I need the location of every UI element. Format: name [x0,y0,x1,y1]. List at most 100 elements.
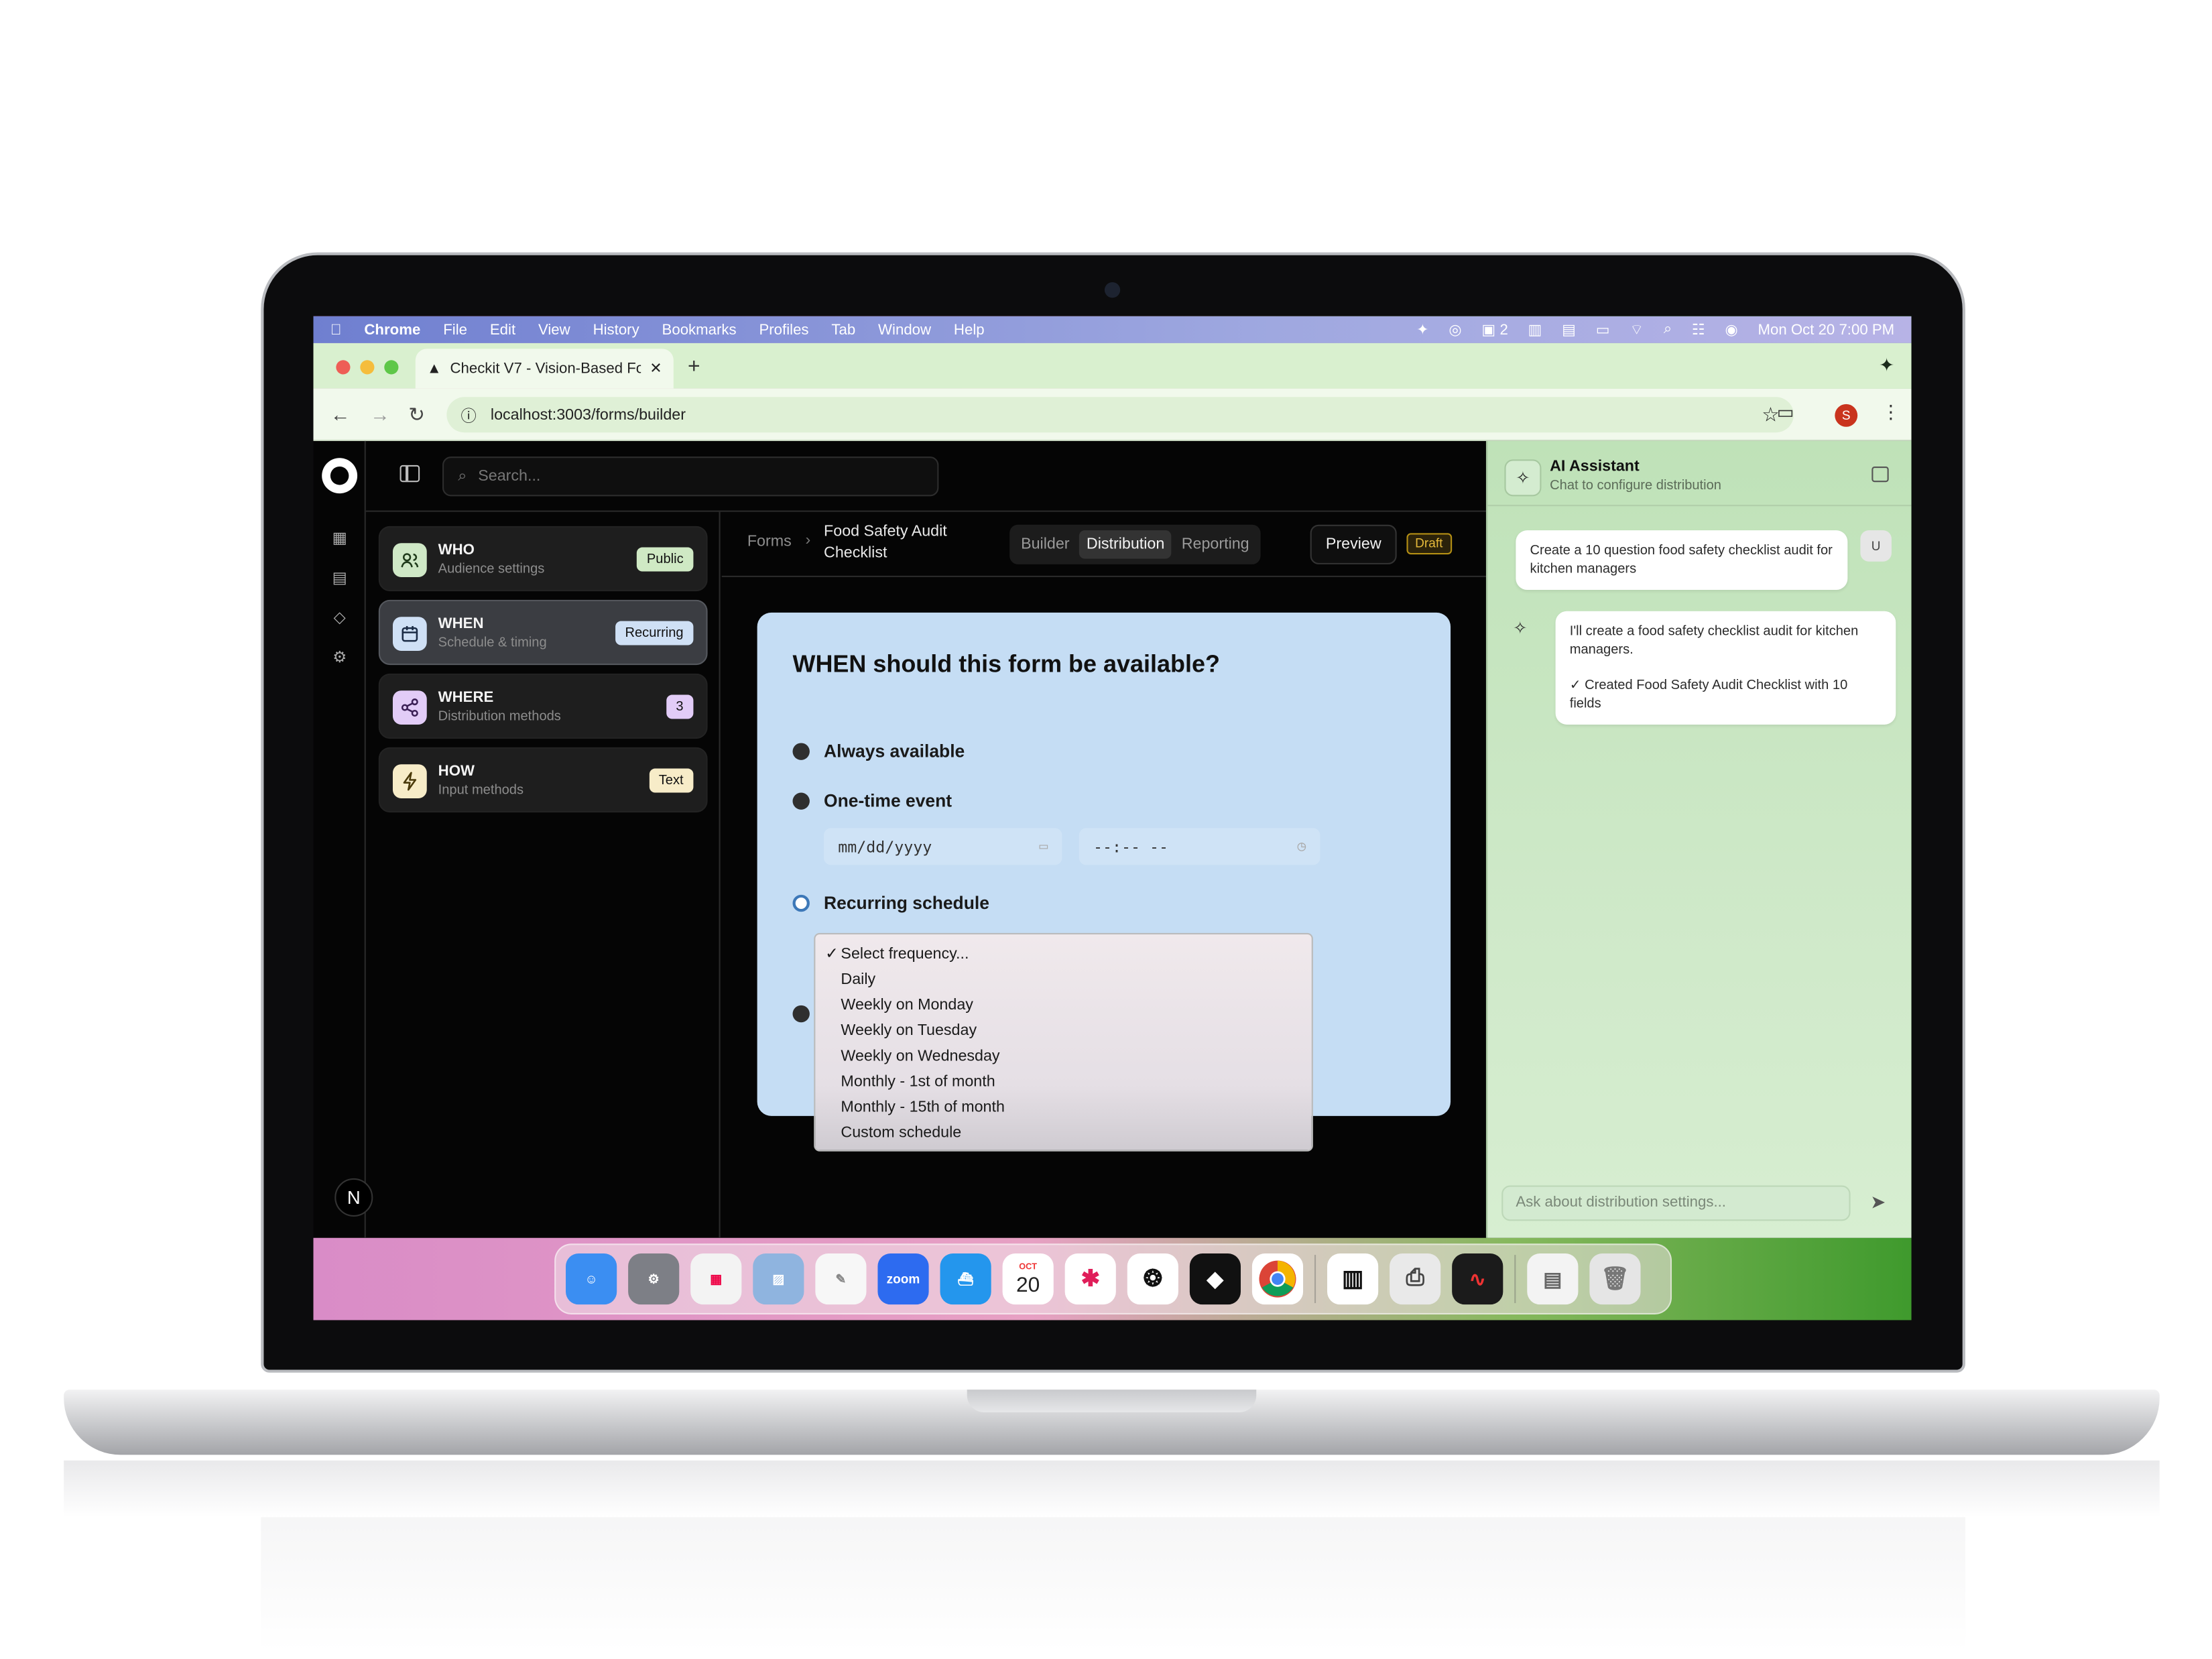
frequency-option[interactable]: Monthly - 15th of month [815,1095,1311,1120]
step-who[interactable]: WHO Audience settings Public [378,526,708,592]
send-icon[interactable]: ➤ [1870,1191,1886,1214]
radio-selected-icon[interactable] [792,894,810,912]
openai-icon[interactable]: ◎ [1449,321,1461,338]
frequency-option[interactable]: Custom schedule [815,1120,1311,1146]
clock-icon[interactable]: ◷ [1298,839,1306,854]
reload-icon[interactable]: ↻ [408,403,425,427]
option-one-time-event[interactable]: One-time event [792,791,952,811]
siri-icon[interactable]: ◉ [1725,321,1737,338]
document-icon[interactable]: ▤ [329,568,351,590]
menubar-clock[interactable]: Mon Oct 20 7:00 PM [1758,321,1894,338]
calendar-app-icon[interactable]: OCT 20 [1002,1253,1054,1305]
cursor-icon[interactable]: ◆ [1189,1253,1241,1305]
tab-distribution[interactable]: Distribution [1079,530,1172,559]
option-label: Recurring schedule [824,893,989,914]
menu-tab[interactable]: Tab [831,321,855,338]
downloads-icon[interactable]: ▤ [1527,1253,1579,1305]
menu-history[interactable]: History [593,321,639,338]
system-settings-icon[interactable]: ⚙ [628,1253,680,1305]
menu-edit[interactable]: Edit [490,321,515,338]
frequency-option[interactable]: Weekly on Tuesday [815,1018,1311,1044]
new-tab-button[interactable]: + [688,355,700,379]
app-logo[interactable] [322,458,358,494]
chatgpt-icon[interactable]: ❂ [1127,1253,1178,1305]
user-avatar: U [1860,530,1892,562]
option-always-available[interactable]: Always available [792,741,965,761]
chrome-menu-icon[interactable]: ⋮ [1882,402,1900,424]
menu-view[interactable]: View [538,321,570,338]
tag-icon[interactable]: ◇ [329,609,351,630]
docker-icon[interactable]: ⛴ [940,1253,991,1305]
forward-icon[interactable]: → [370,403,390,426]
menu-file[interactable]: File [443,321,467,338]
dock-separator [1314,1255,1316,1304]
printer-icon[interactable]: ⎙ [1390,1253,1441,1305]
radio-icon[interactable] [792,743,810,760]
profile-avatar[interactable]: S [1835,404,1858,427]
assistant-message: I'll create a food safety checklist audi… [1555,611,1896,725]
option-recurring-schedule[interactable]: Recurring schedule [792,893,989,914]
menu-profiles[interactable]: Profiles [759,321,808,338]
frequency-option[interactable]: Weekly on Wednesday [815,1044,1311,1069]
step-when-title: WHEN [438,615,484,633]
collapse-panel-icon[interactable] [1871,466,1889,483]
preview-icon[interactable]: ▨ [753,1253,804,1305]
ai-chat-input[interactable]: Ask about distribution settings... [1501,1185,1851,1221]
frequency-option[interactable]: ✓ Select frequency... [815,942,1311,967]
search-input[interactable]: ⌕ Search... [442,456,939,497]
apple-icon[interactable]:  [330,321,342,338]
textedit-icon[interactable]: ✎ [815,1253,867,1305]
tab-search-icon[interactable]: ▭ [1777,402,1794,424]
box-icon[interactable]: ▣ 2 [1481,321,1508,338]
radio-icon[interactable] [792,1005,810,1023]
spotlight-icon[interactable]: ⌕ [1664,320,1672,339]
back-icon[interactable]: ← [330,403,351,426]
sparkle-icon[interactable]: ✦ [1416,321,1429,338]
contact-icon[interactable]: ▤ [1562,321,1576,338]
time-placeholder: --:-- -- [1093,837,1169,856]
step-how[interactable]: HOW Input methods Text [378,747,708,813]
launchpad-icon[interactable]: ▦ [690,1253,742,1305]
battery-icon[interactable]: ▭ [1596,321,1610,338]
zebra-icon[interactable]: ▥ [1528,321,1542,338]
tab-builder[interactable]: Builder [1014,530,1077,558]
voice-memos-icon[interactable]: ∿ [1452,1253,1503,1305]
menu-bookmarks[interactable]: Bookmarks [662,321,737,338]
chrome-icon[interactable] [1251,1253,1304,1305]
breadcrumb-forms[interactable]: Forms [747,533,792,550]
settings-icon[interactable]: ⚙ [329,648,351,670]
step-when[interactable]: WHEN Schedule & timing Recurring [378,599,708,666]
control-center-icon[interactable]: ☷ [1692,321,1705,338]
sidebar-toggle-icon[interactable] [400,465,420,483]
menu-help[interactable]: Help [954,321,985,338]
frequency-dropdown[interactable]: ✓ Select frequency... Daily Weekly on Mon… [814,932,1313,1152]
slack-icon[interactable]: ✱ [1064,1253,1116,1305]
zoom-icon[interactable]: zoom [877,1253,929,1305]
finder-icon[interactable]: ☺ [566,1253,617,1305]
preview-button[interactable]: Preview [1310,524,1397,564]
calendar-picker-icon[interactable]: ▭ [1040,839,1048,854]
frequency-option[interactable]: Daily [815,967,1311,993]
frequency-option[interactable]: Weekly on Monday [815,993,1311,1018]
tab-reporting[interactable]: Reporting [1174,530,1256,558]
time-input[interactable]: --:-- -- ◷ [1079,828,1320,865]
step-where[interactable]: WHERE Distribution methods 3 [378,673,708,739]
site-info-icon[interactable]: ⓘ [461,404,477,426]
dashboard-icon[interactable]: ▦ [329,529,351,550]
menu-app-name[interactable]: Chrome [364,321,420,338]
when-card-title: WHEN should this form be available? [792,650,1220,678]
date-input[interactable]: mm/dd/yyyy ▭ [824,828,1062,865]
gemini-icon[interactable]: ✦ [1879,355,1894,377]
browser-tab[interactable]: ▲ Checkit V7 - Vision-Based Fo ✕ [415,349,674,389]
address-bar[interactable]: ⓘ localhost:3003/forms/builder ☆ [446,397,1794,433]
trash-icon[interactable]: 🗑 [1589,1253,1641,1305]
wifi-icon[interactable]: ⌔ [1630,320,1644,340]
zebra-app-icon[interactable]: ▥ [1327,1253,1379,1305]
close-tab-icon[interactable]: ✕ [650,360,662,377]
minimize-window-button[interactable] [360,360,375,375]
zoom-window-button[interactable] [384,360,399,375]
radio-icon[interactable] [792,792,810,810]
close-window-button[interactable] [336,360,351,375]
frequency-option[interactable]: Monthly - 1st of month [815,1069,1311,1095]
menu-window[interactable]: Window [878,321,931,338]
